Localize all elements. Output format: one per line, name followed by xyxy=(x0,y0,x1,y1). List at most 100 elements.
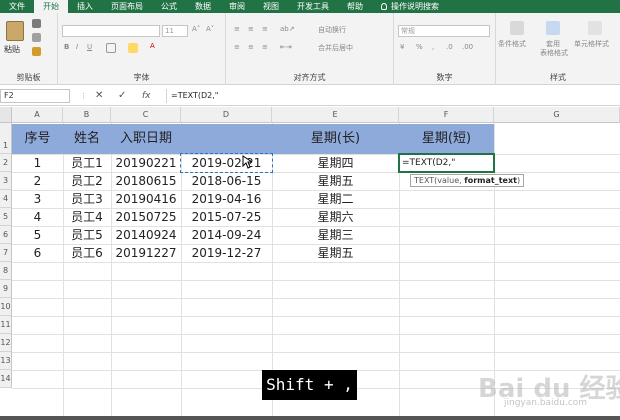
name-box[interactable]: F2 xyxy=(0,89,70,103)
paste-icon[interactable] xyxy=(6,21,24,41)
tab-developer[interactable]: 开发工具 xyxy=(288,0,338,13)
tab-file[interactable]: 文件 xyxy=(0,0,34,13)
tell-me-search[interactable]: 操作说明搜索 xyxy=(372,0,448,13)
italic-icon[interactable]: I xyxy=(76,43,78,51)
font-name-combobox[interactable] xyxy=(62,25,160,37)
row-header-6[interactable]: 6 xyxy=(0,226,12,244)
row-header-8[interactable]: 8 xyxy=(0,262,12,280)
cell-a4[interactable]: 3 xyxy=(12,190,63,208)
cell-e2[interactable]: 星期四 xyxy=(272,154,399,172)
col-header-d[interactable]: D xyxy=(181,107,272,123)
tab-view[interactable]: 视图 xyxy=(254,0,288,13)
header-cell-f1[interactable]: 星期(短) xyxy=(399,124,494,154)
copy-icon[interactable] xyxy=(32,33,41,42)
row-header-13[interactable]: 13 xyxy=(0,352,12,370)
cell-a2[interactable]: 1 xyxy=(12,154,63,172)
align-top-icon[interactable]: ≡ xyxy=(234,25,240,33)
merge-center-button[interactable]: 合并后居中 xyxy=(318,43,353,53)
col-header-e[interactable]: E xyxy=(272,107,399,123)
conditional-format-icon[interactable] xyxy=(510,21,524,35)
comma-style-icon[interactable]: , xyxy=(432,43,434,51)
cut-icon[interactable] xyxy=(32,19,41,28)
cell-d4[interactable]: 2019-04-16 xyxy=(181,190,272,208)
tab-page-layout[interactable]: 页面布局 xyxy=(102,0,152,13)
tab-insert[interactable]: 插入 xyxy=(68,0,102,13)
tab-review[interactable]: 审阅 xyxy=(220,0,254,13)
cell-c5[interactable]: 20150725 xyxy=(111,208,181,226)
row-header-7[interactable]: 7 xyxy=(0,244,12,262)
align-bottom-icon[interactable]: ≡ xyxy=(262,25,268,33)
number-format-combobox[interactable]: 常规 xyxy=(398,25,490,37)
cell-b2[interactable]: 员工1 xyxy=(63,154,111,172)
align-right-icon[interactable]: ≡ xyxy=(262,43,268,51)
percent-icon[interactable]: % xyxy=(416,43,423,51)
grow-font-icon[interactable]: A˄ xyxy=(192,25,200,33)
col-header-b[interactable]: B xyxy=(63,107,111,123)
cell-d3[interactable]: 2018-06-15 xyxy=(181,172,272,190)
cell-e6[interactable]: 星期三 xyxy=(272,226,399,244)
tab-home[interactable]: 开始 xyxy=(34,0,68,13)
cell-a5[interactable]: 4 xyxy=(12,208,63,226)
row-header-3[interactable]: 3 xyxy=(0,172,12,190)
cell-f2-editing[interactable]: =TEXT(D2," xyxy=(402,154,492,172)
cell-c2[interactable]: 20190221 xyxy=(111,154,181,172)
header-cell-a1[interactable]: 序号 xyxy=(12,124,63,154)
cell-a6[interactable]: 5 xyxy=(12,226,63,244)
enter-icon[interactable]: ✓ xyxy=(118,89,126,103)
cell-d7[interactable]: 2019-12-27 xyxy=(181,244,272,262)
col-header-c[interactable]: C xyxy=(111,107,181,123)
cell-e3[interactable]: 星期五 xyxy=(272,172,399,190)
cell-b6[interactable]: 员工5 xyxy=(63,226,111,244)
cell-e4[interactable]: 星期二 xyxy=(272,190,399,208)
cell-styles-button[interactable]: 单元格样式 xyxy=(574,39,609,49)
row-header-4[interactable]: 4 xyxy=(0,190,12,208)
tab-help[interactable]: 帮助 xyxy=(338,0,372,13)
fill-color-icon[interactable] xyxy=(128,43,138,53)
bold-icon[interactable]: B xyxy=(64,43,69,51)
col-header-g[interactable]: G xyxy=(494,107,620,123)
cell-d5[interactable]: 2015-07-25 xyxy=(181,208,272,226)
namebox-dropdown-icon[interactable]: ⋮ xyxy=(80,89,87,103)
header-cell-b1[interactable]: 姓名 xyxy=(63,124,111,154)
row-header-2[interactable]: 2 xyxy=(0,154,12,172)
wrap-text-button[interactable]: 自动换行 xyxy=(318,25,346,35)
cell-styles-icon[interactable] xyxy=(588,21,602,35)
cell-d6[interactable]: 2014-09-24 xyxy=(181,226,272,244)
select-all-corner[interactable] xyxy=(0,107,12,123)
row-header-10[interactable]: 10 xyxy=(0,298,12,316)
format-as-table-icon[interactable] xyxy=(546,21,560,35)
align-middle-icon[interactable]: ≡ xyxy=(248,25,254,33)
cell-e7[interactable]: 星期五 xyxy=(272,244,399,262)
cell-c4[interactable]: 20190416 xyxy=(111,190,181,208)
tab-data[interactable]: 数据 xyxy=(186,0,220,13)
row-header-12[interactable]: 12 xyxy=(0,334,12,352)
cell-e5[interactable]: 星期六 xyxy=(272,208,399,226)
row-header-1[interactable]: 1 xyxy=(0,123,12,154)
formula-input[interactable]: =TEXT(D2," xyxy=(166,89,616,103)
cell-b7[interactable]: 员工6 xyxy=(63,244,111,262)
row-header-9[interactable]: 9 xyxy=(0,280,12,298)
insert-function-icon[interactable]: fx xyxy=(142,89,151,103)
tab-formulas[interactable]: 公式 xyxy=(152,0,186,13)
col-header-a[interactable]: A xyxy=(12,107,63,123)
cell-a7[interactable]: 6 xyxy=(12,244,63,262)
underline-icon[interactable]: U xyxy=(87,43,92,51)
decrease-decimal-icon[interactable]: .00 xyxy=(462,43,473,51)
cell-c6[interactable]: 20140924 xyxy=(111,226,181,244)
cancel-icon[interactable]: ✕ xyxy=(95,89,103,103)
increase-decimal-icon[interactable]: .0 xyxy=(446,43,453,51)
format-painter-icon[interactable] xyxy=(32,47,41,56)
font-color-icon[interactable]: A xyxy=(150,42,155,50)
header-cell-e1[interactable]: 星期(长) xyxy=(272,124,399,154)
cell-b5[interactable]: 员工4 xyxy=(63,208,111,226)
row-header-14[interactable]: 14 xyxy=(0,370,12,388)
row-header-11[interactable]: 11 xyxy=(0,316,12,334)
shrink-font-icon[interactable]: A˅ xyxy=(206,25,214,33)
conditional-format-button[interactable]: 条件格式 xyxy=(498,39,526,49)
currency-icon[interactable]: ¥ xyxy=(400,43,404,51)
row-header-5[interactable]: 5 xyxy=(0,208,12,226)
header-cell-c1[interactable]: 入职日期 xyxy=(111,124,181,154)
col-header-f[interactable]: F xyxy=(399,107,494,123)
font-size-combobox[interactable]: 11 xyxy=(162,25,188,37)
cell-a3[interactable]: 2 xyxy=(12,172,63,190)
